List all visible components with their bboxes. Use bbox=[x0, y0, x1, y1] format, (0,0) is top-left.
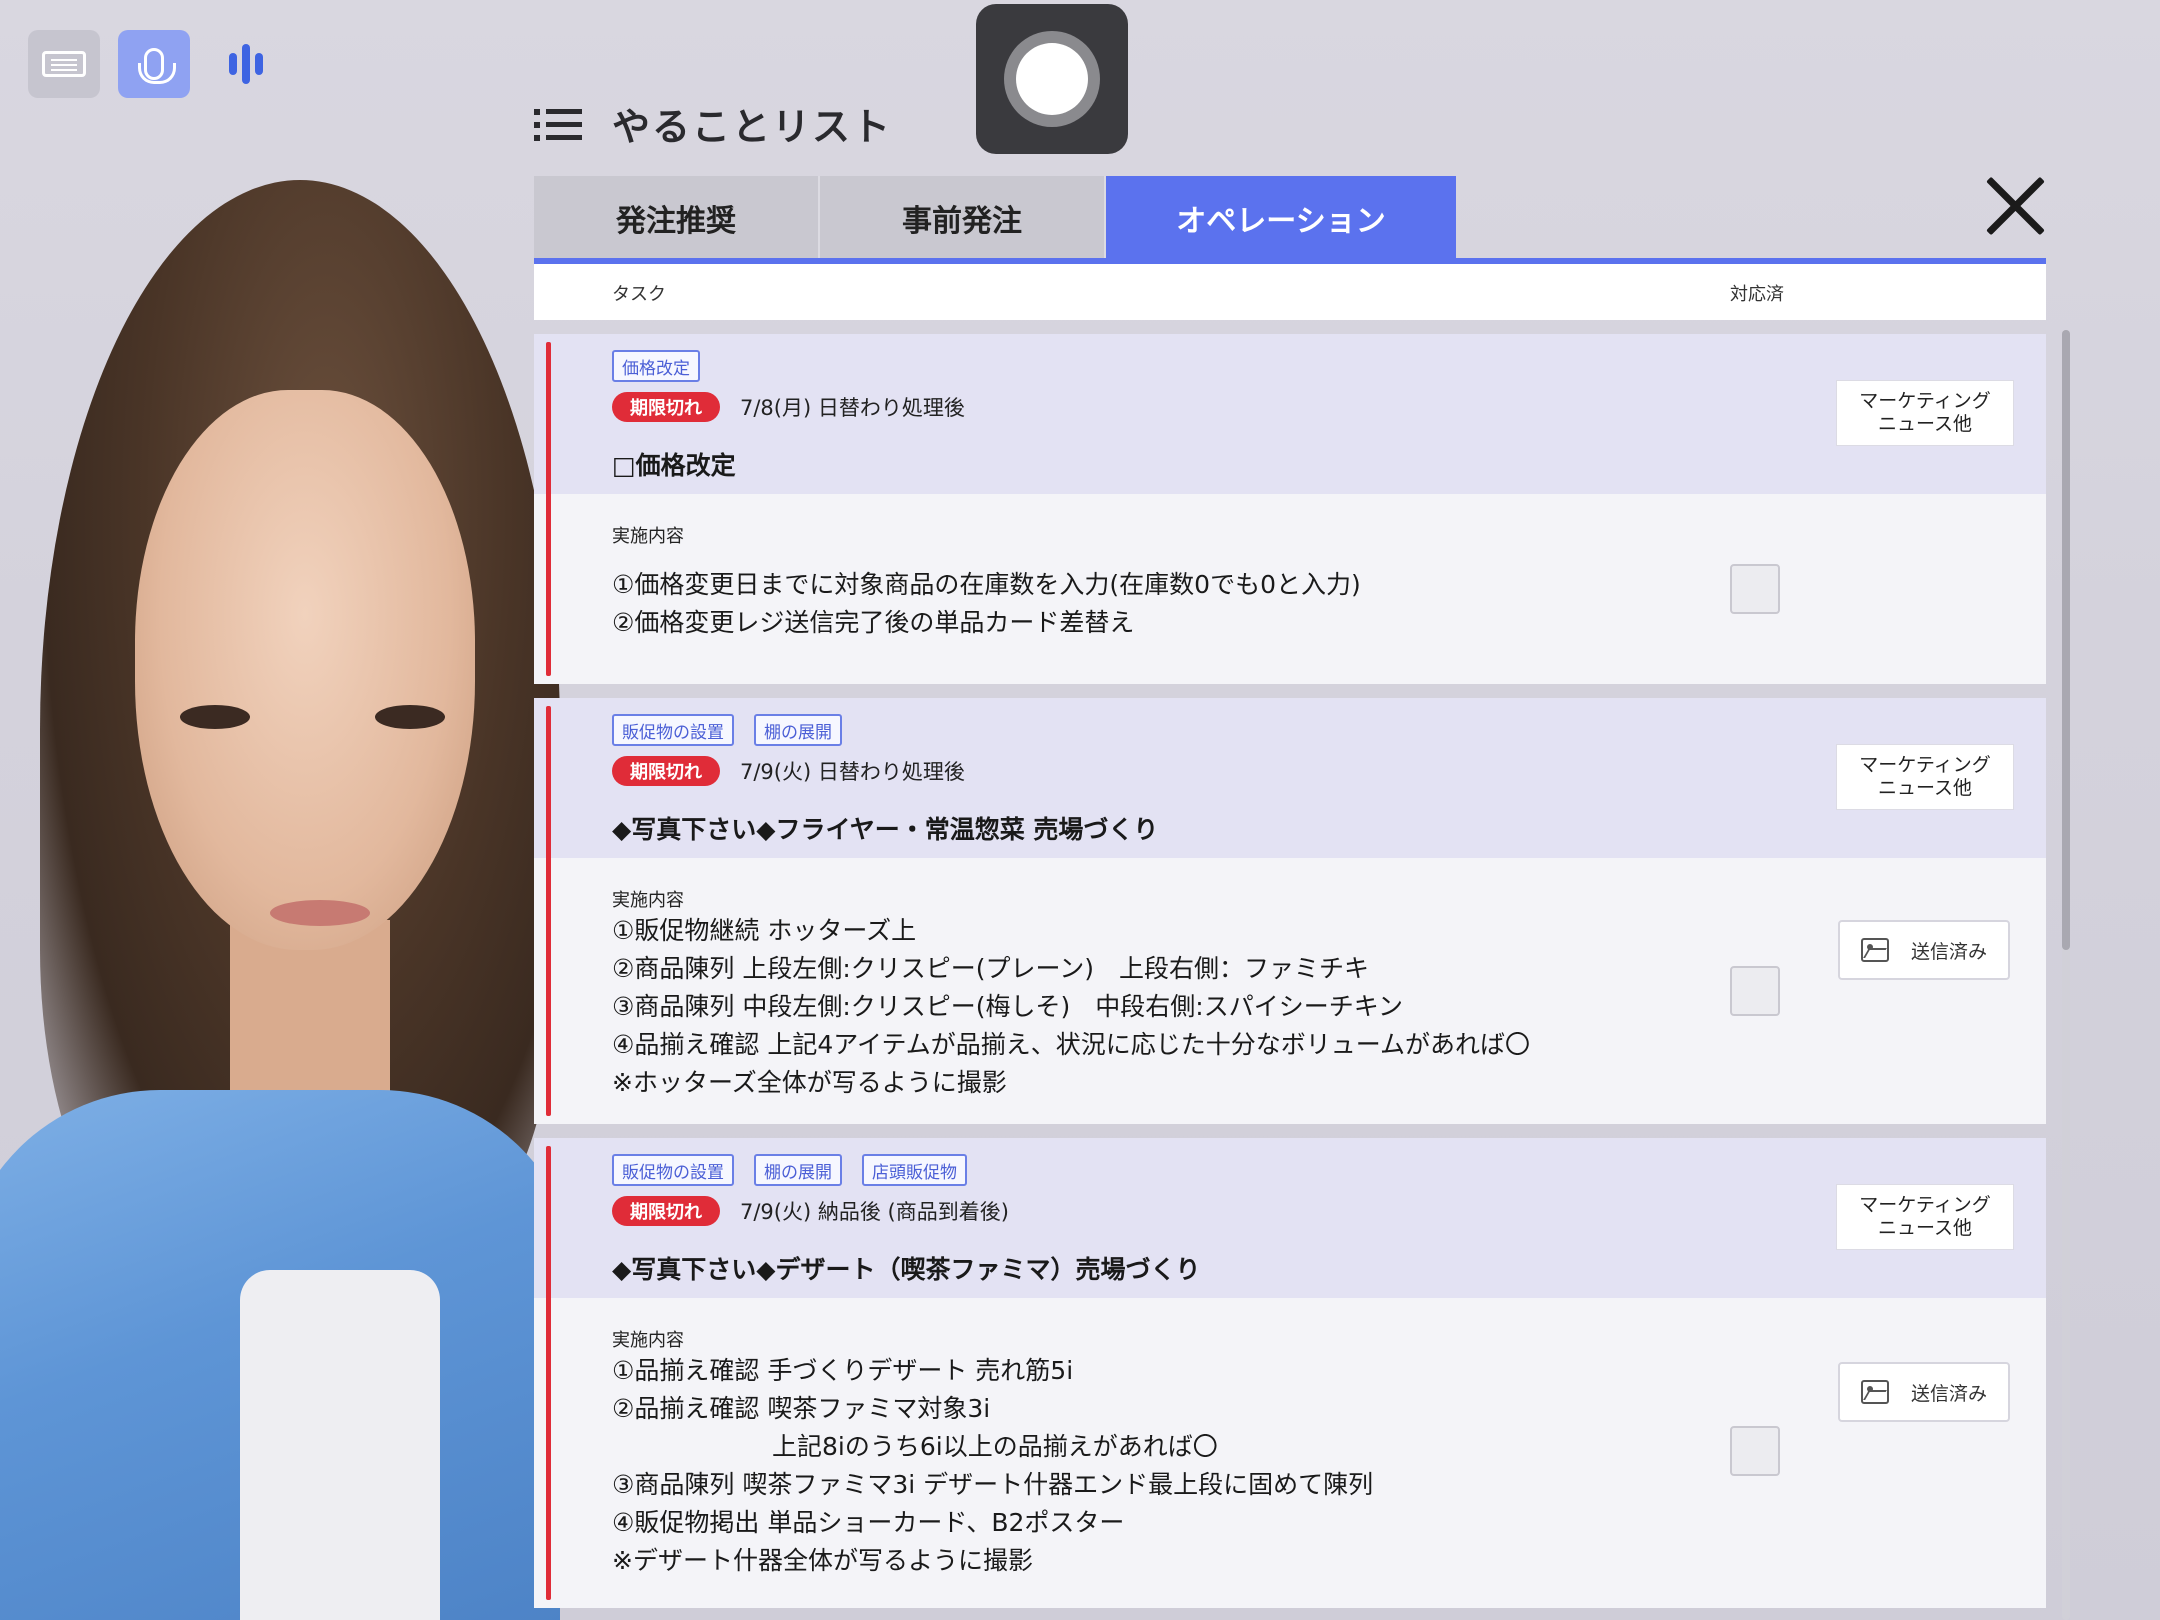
avatar-tee bbox=[240, 1270, 440, 1620]
record-button[interactable] bbox=[976, 4, 1128, 154]
deadline-date: 7/9(火) 日替わり処理後 bbox=[740, 760, 965, 784]
tab-pre-order[interactable]: 事前発注 bbox=[820, 176, 1106, 260]
marketing-news-button[interactable]: マーケティング ニュース他 bbox=[1836, 380, 2014, 446]
tag: 販促物の設置 bbox=[612, 714, 734, 746]
done-checkbox[interactable] bbox=[1730, 1426, 1780, 1476]
tag-list: 販促物の設置 棚の展開 店頭販促物 bbox=[612, 1154, 967, 1186]
deadline: 期限切れ 7/9(火) 日替わり処理後 bbox=[612, 756, 965, 786]
impl-line: ③商品陳列 中段左側:クリスピー(梅しそ) 中段右側:スパイシーチキン bbox=[612, 992, 1403, 1021]
task-card: 価格改定 期限切れ 7/8(月) 日替わり処理後 □価格改定 マーケティング ニ… bbox=[534, 334, 2046, 684]
sent-photo-button[interactable]: 送信済み bbox=[1838, 920, 2010, 980]
impl-line: ※デザート什器全体が写るように撮影 bbox=[612, 1546, 1033, 1575]
image-icon bbox=[1860, 1380, 1889, 1404]
tag-list: 販促物の設置 棚の展開 bbox=[612, 714, 842, 746]
impl-line: 上記8iのうち6i以上の品揃えがあれば〇 bbox=[772, 1432, 1218, 1461]
impl-lines: ①価格変更日までに対象商品の在庫数を入力(在庫数0でも0と入力) ②価格変更レジ… bbox=[612, 566, 1361, 642]
tab-order-recommend[interactable]: 発注推奨 bbox=[534, 176, 820, 260]
marketing-news-line2: ニュース他 bbox=[1877, 1217, 1973, 1239]
close-icon[interactable] bbox=[1984, 174, 2048, 238]
tag: 店頭販促物 bbox=[862, 1154, 967, 1186]
impl-line: ③商品陳列 喫茶ファミマ3i デザート什器エンド最上段に固めて陳列 bbox=[612, 1470, 1374, 1499]
sent-photo-button[interactable]: 送信済み bbox=[1838, 1362, 2010, 1422]
impl-lines: ①販促物継続 ホッターズ上 ②商品陳列 上段左側:クリスピー(プレーン) 上段右… bbox=[612, 912, 1530, 1102]
impl-lines: ①品揃え確認 手づくりデザート 売れ筋5i ②品揃え確認 喫茶ファミマ対象3i … bbox=[612, 1352, 1373, 1580]
deadline: 期限切れ 7/9(火) 納品後 (商品到着後) bbox=[612, 1196, 1009, 1226]
impl-line: ※ホッターズ全体が写るように撮影 bbox=[612, 1068, 1007, 1097]
scrollbar-thumb[interactable] bbox=[2062, 330, 2070, 950]
column-header-task: タスク bbox=[612, 284, 666, 305]
expired-indicator bbox=[546, 1146, 551, 1600]
voice-wave-button[interactable] bbox=[210, 30, 282, 98]
impl-line: ①品揃え確認 手づくりデザート 売れ筋5i bbox=[612, 1356, 1074, 1385]
impl-label: 実施内容 bbox=[612, 1330, 684, 1351]
marketing-news-button[interactable]: マーケティング ニュース他 bbox=[1836, 744, 2014, 810]
marketing-news-line2: ニュース他 bbox=[1877, 777, 1973, 799]
marketing-news-line1: マーケティング bbox=[1859, 390, 1991, 412]
expired-badge: 期限切れ bbox=[612, 756, 720, 786]
tag: 販促物の設置 bbox=[612, 1154, 734, 1186]
tab-operation[interactable]: オペレーション bbox=[1106, 176, 1456, 260]
avatar-eye-left bbox=[180, 705, 250, 729]
avatar-face bbox=[135, 390, 475, 950]
task-card: 販促物の設置 棚の展開 店頭販促物 期限切れ 7/9(火) 納品後 (商品到着後… bbox=[534, 1138, 2046, 1608]
tag: 価格改定 bbox=[612, 350, 700, 382]
impl-line: ②商品陳列 上段左側:クリスピー(プレーン) 上段右側：ファミチキ bbox=[612, 954, 1370, 983]
task-title: □価格改定 bbox=[612, 451, 736, 480]
deadline: 期限切れ 7/8(月) 日替わり処理後 bbox=[612, 392, 965, 422]
tag: 棚の展開 bbox=[754, 1154, 842, 1186]
sent-label: 送信済み bbox=[1910, 1382, 1987, 1405]
record-icon bbox=[1004, 31, 1100, 127]
impl-label: 実施内容 bbox=[612, 526, 684, 547]
mic-icon bbox=[138, 48, 176, 84]
column-header-done: 対応済 bbox=[1730, 284, 1784, 305]
keyboard-button[interactable] bbox=[28, 30, 100, 98]
task-card: 販促物の設置 棚の展開 期限切れ 7/9(火) 日替わり処理後 ◆写真下さい◆フ… bbox=[534, 698, 2046, 1124]
impl-line: ①価格変更日までに対象商品の在庫数を入力(在庫数0でも0と入力) bbox=[612, 570, 1361, 599]
list-icon bbox=[534, 107, 582, 143]
tab-bar: 発注推奨 事前発注 オペレーション bbox=[534, 176, 1456, 260]
impl-label: 実施内容 bbox=[612, 890, 684, 911]
expired-indicator bbox=[546, 706, 551, 1116]
impl-line: ①販促物継続 ホッターズ上 bbox=[612, 916, 917, 945]
tag-list: 価格改定 bbox=[612, 350, 700, 382]
marketing-news-button[interactable]: マーケティング ニュース他 bbox=[1836, 1184, 2014, 1250]
scrollbar[interactable] bbox=[2062, 330, 2070, 1620]
avatar-lips bbox=[270, 900, 370, 926]
sent-label: 送信済み bbox=[1910, 940, 1987, 963]
impl-line: ②品揃え確認 喫茶ファミマ対象3i bbox=[612, 1394, 991, 1423]
task-title: ◆写真下さい◆フライヤー・常温惣菜 売場づくり bbox=[612, 815, 1159, 844]
impl-line: ②価格変更レジ送信完了後の単品カード差替え bbox=[612, 608, 1135, 637]
avatar bbox=[0, 160, 560, 1620]
image-icon bbox=[1860, 938, 1889, 962]
impl-line: ④販促物掲出 単品ショーカード、B2ポスター bbox=[612, 1508, 1125, 1537]
tag: 棚の展開 bbox=[754, 714, 842, 746]
avatar-eye-right bbox=[375, 705, 445, 729]
marketing-news-line1: マーケティング bbox=[1859, 754, 1991, 776]
voice-wave-icon bbox=[229, 44, 263, 84]
keyboard-icon bbox=[42, 51, 86, 77]
impl-line: ④品揃え確認 上記4アイテムが品揃え、状況に応じた十分なボリュームがあれば〇 bbox=[612, 1030, 1531, 1059]
table-header: タスク 対応済 bbox=[534, 264, 2046, 320]
deadline-date: 7/9(火) 納品後 (商品到着後) bbox=[740, 1200, 1009, 1224]
done-checkbox[interactable] bbox=[1730, 966, 1780, 1016]
marketing-news-line2: ニュース他 bbox=[1877, 413, 1973, 435]
expired-indicator bbox=[546, 342, 551, 676]
marketing-news-line1: マーケティング bbox=[1859, 1194, 1991, 1216]
deadline-date: 7/8(月) 日替わり処理後 bbox=[740, 396, 965, 420]
task-title: ◆写真下さい◆デザート（喫茶ファミマ）売場づくり bbox=[612, 1255, 1201, 1284]
expired-badge: 期限切れ bbox=[612, 1196, 720, 1226]
mic-button[interactable] bbox=[118, 30, 190, 98]
expired-badge: 期限切れ bbox=[612, 392, 720, 422]
done-checkbox[interactable] bbox=[1730, 564, 1780, 614]
page-title: やることリスト bbox=[612, 105, 893, 149]
